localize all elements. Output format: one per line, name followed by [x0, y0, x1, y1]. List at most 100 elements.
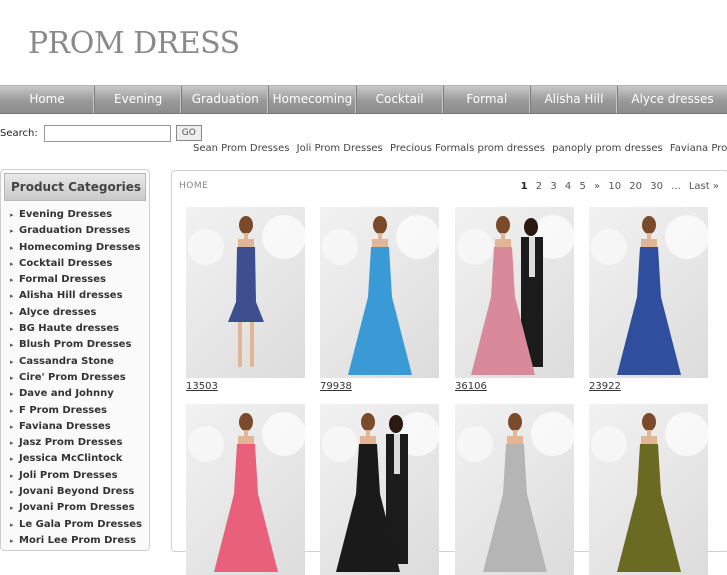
product-card[interactable]: [186, 404, 305, 575]
product-code-link[interactable]: 36106: [455, 381, 574, 392]
bullet-arrow-icon: ▸: [10, 227, 14, 236]
product-card[interactable]: 36106: [455, 207, 574, 392]
category-item[interactable]: ▸ Mori Lee Prom Dress: [1, 533, 149, 549]
category-item[interactable]: ▸ Alyce dresses: [1, 305, 149, 321]
page-link[interactable]: 10: [608, 181, 621, 192]
page-next[interactable]: »: [594, 181, 600, 192]
category-item[interactable]: ▸ Jessica McClintock: [1, 451, 149, 467]
nav-alyce-dresses[interactable]: Alyce dresses: [618, 86, 727, 113]
sidebar-title: Product Categories: [4, 173, 146, 201]
page-last[interactable]: Last »: [689, 181, 719, 192]
category-label: Evening Dresses: [19, 209, 113, 220]
category-label: Homecoming Dresses: [19, 241, 141, 253]
category-item[interactable]: ▸ Formal Dresses: [1, 272, 149, 288]
category-item[interactable]: ▸ Joli Prom Dresses: [1, 468, 149, 484]
category-label: Cire' Prom Dresses: [19, 371, 126, 383]
bullet-arrow-icon: ▸: [10, 357, 14, 366]
bullet-arrow-icon: ▸: [10, 439, 14, 448]
bullet-arrow-icon: ▸: [10, 211, 14, 219]
product-image[interactable]: [186, 404, 305, 575]
category-label: Jasz Prom Dresses: [19, 437, 123, 449]
product-card[interactable]: 79938: [320, 207, 439, 392]
category-sidebar: Product Categories ▸ Evening Dresses ▸ Grad…: [0, 169, 150, 551]
product-image[interactable]: [589, 207, 708, 378]
page-link[interactable]: 2: [536, 181, 542, 192]
category-item[interactable]: ▸ F Prom Dresses: [1, 403, 149, 419]
category-item[interactable]: ▸ Alisha Hill dresses: [1, 288, 149, 304]
product-card[interactable]: 13503: [186, 207, 305, 392]
category-item[interactable]: ▸ Cire' Prom Dresses: [1, 370, 149, 386]
category-item[interactable]: ▸ Blush Prom Dresses: [1, 337, 149, 353]
page-link[interactable]: 20: [629, 181, 642, 192]
product-code-link[interactable]: 79938: [320, 381, 439, 392]
product-code-link[interactable]: 13503: [186, 381, 305, 392]
nav-evening[interactable]: Evening: [95, 86, 183, 113]
bullet-arrow-icon: ▸: [10, 276, 14, 285]
dress-photo-icon: [457, 215, 574, 375]
category-item[interactable]: ▸ Graduation Dresses: [1, 223, 149, 239]
pagination: 1 2 3 4 5 » 10 20 30 ... Last »: [516, 181, 719, 192]
search-bar: Search: GO: [0, 124, 202, 142]
category-label: Dave and Johnny: [19, 388, 114, 400]
product-card[interactable]: [455, 404, 574, 575]
product-code-link[interactable]: 23922: [589, 381, 708, 392]
bullet-arrow-icon: ▸: [10, 243, 14, 252]
breadcrumb[interactable]: HOME: [179, 181, 208, 191]
nav-cocktail[interactable]: Cocktail: [357, 86, 444, 113]
nav-formal[interactable]: Formal: [444, 86, 531, 113]
category-label: Joli Prom Dresses: [19, 469, 118, 481]
nav-homecoming[interactable]: Homecoming: [269, 86, 357, 113]
category-item[interactable]: ▸ Evening Dresses: [1, 207, 149, 223]
product-card[interactable]: [589, 404, 708, 575]
page-link[interactable]: 30: [650, 181, 663, 192]
category-item[interactable]: ▸ Dave and Johnny: [1, 386, 149, 402]
search-input[interactable]: [43, 124, 171, 142]
category-label: F Prom Dresses: [19, 404, 107, 416]
product-image[interactable]: [320, 207, 439, 378]
bullet-arrow-icon: ▸: [10, 536, 14, 545]
product-image[interactable]: [589, 404, 708, 575]
category-label: Le Gala Prom Dresses: [19, 518, 142, 530]
category-item[interactable]: ▸ Faviana Dresses: [1, 419, 149, 435]
category-item[interactable]: ▸ Le Gala Prom Dresses: [1, 517, 149, 533]
brand-link[interactable]: Precious Formals prom dresses: [390, 143, 545, 154]
category-item[interactable]: ▸ Jasz Prom Dresses: [1, 435, 149, 451]
product-image[interactable]: [455, 207, 574, 378]
category-label: BG Haute dresses: [19, 323, 120, 335]
category-item[interactable]: ▸ BG Haute dresses: [1, 321, 149, 337]
category-label: Blush Prom Dresses: [19, 339, 132, 351]
bullet-arrow-icon: ▸: [10, 488, 14, 497]
brand-link[interactable]: panoply prom dresses: [552, 143, 663, 154]
category-item[interactable]: ▸ Cassandra Stone: [1, 354, 149, 370]
bullet-arrow-icon: ▸: [10, 341, 14, 350]
dress-photo-icon: [322, 215, 439, 375]
product-image[interactable]: [186, 207, 305, 378]
page-link[interactable]: 5: [579, 181, 585, 192]
brand-link[interactable]: Joli Prom Dresses: [297, 143, 383, 154]
nav-graduation[interactable]: Graduation: [182, 86, 270, 113]
nav-home[interactable]: Home: [0, 86, 96, 113]
category-item[interactable]: ▸ Jovani Prom Dresses: [1, 500, 149, 516]
product-card[interactable]: 23922: [589, 207, 708, 392]
brand-link[interactable]: Sean Prom Dresses: [193, 143, 289, 154]
search-go-button[interactable]: GO: [175, 125, 202, 141]
brand-link[interactable]: Faviana Prom: [670, 143, 727, 154]
product-image[interactable]: [455, 404, 574, 575]
page-link[interactable]: 4: [565, 181, 571, 192]
category-item[interactable]: ▸ Cocktail Dresses: [1, 256, 149, 272]
bullet-arrow-icon: ▸: [10, 422, 14, 431]
bullet-arrow-icon: ▸: [10, 455, 14, 464]
nav-alisha-hill[interactable]: Alisha Hill: [531, 86, 619, 113]
product-image[interactable]: [320, 404, 439, 575]
category-item[interactable]: ▸ Homecoming Dresses: [1, 240, 149, 256]
category-label: Cassandra Stone: [19, 355, 114, 367]
bullet-arrow-icon: ▸: [10, 471, 14, 480]
site-logo[interactable]: PROM DRESS: [28, 26, 240, 61]
brand-links: Sean Prom Dresses Joli Prom Dresses Prec…: [193, 143, 727, 154]
bullet-arrow-icon: ▸: [10, 259, 14, 268]
bullet-arrow-icon: ▸: [10, 390, 14, 399]
category-item[interactable]: ▸ Jovani Beyond Dress: [1, 484, 149, 500]
page-link[interactable]: 3: [550, 181, 556, 192]
product-card[interactable]: [320, 404, 439, 575]
bullet-arrow-icon: ▸: [10, 308, 14, 317]
